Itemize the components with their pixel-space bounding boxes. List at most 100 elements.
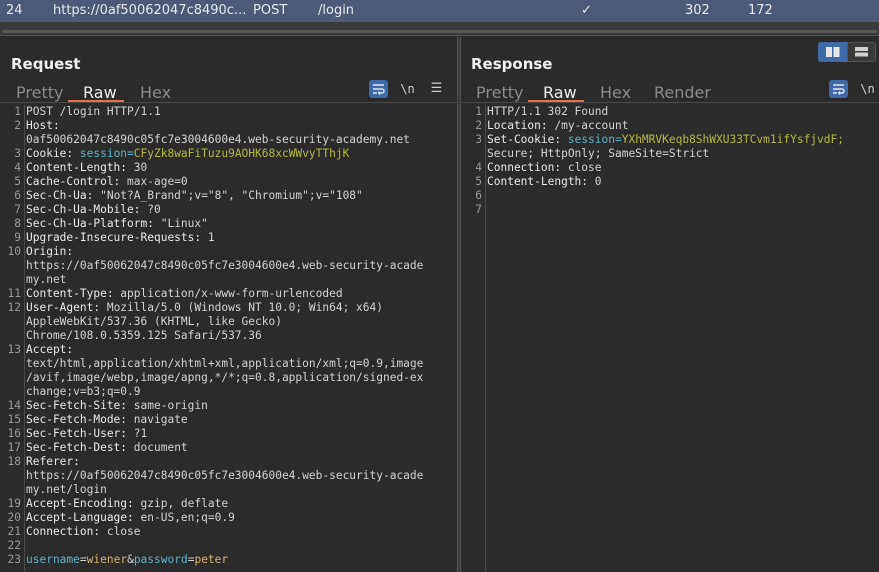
tab-response-hex[interactable]: Hex	[600, 83, 631, 102]
request-token: &	[127, 553, 134, 566]
response-newline-icon[interactable]: \n	[858, 80, 877, 98]
response-token: Connection:	[487, 161, 568, 174]
request-line-number	[0, 371, 21, 385]
request-line-numbers: 1 2 3 4 5 6 7 8 9 10 11 12 13 14 15 16 17 18 19 20 21 22 23	[0, 105, 21, 567]
request-code-line[interactable]: Connection: close	[26, 525, 454, 539]
request-token: User-Agent:	[26, 301, 107, 314]
response-code-line[interactable]: HTTP/1.1 302 Found	[487, 105, 877, 119]
request-token: Sec-Fetch-User:	[26, 427, 134, 440]
request-token: Content-Length:	[26, 161, 134, 174]
request-code-line[interactable]: 0af50062047c8490c05fc7e3004600e4.web-sec…	[26, 133, 454, 147]
request-code-line[interactable]: Sec-Ch-Ua-Mobile: ?0	[26, 203, 454, 217]
request-token: same-origin	[133, 399, 208, 412]
request-code-line[interactable]: my.net	[26, 273, 454, 287]
request-code-line[interactable]: Sec-Ch-Ua-Platform: "Linux"	[26, 217, 454, 231]
request-code-line[interactable]: Sec-Fetch-Site: same-origin	[26, 399, 454, 413]
history-status: 302	[685, 3, 710, 18]
response-code-line[interactable]	[487, 189, 877, 203]
response-line-numbers: 123 4567	[461, 105, 482, 217]
response-line-number	[461, 147, 482, 161]
request-token: Cookie:	[26, 147, 80, 160]
request-token: Upgrade-Insecure-Requests:	[26, 231, 208, 244]
request-code-line[interactable]: Sec-Fetch-Mode: navigate	[26, 413, 454, 427]
tab-response-pretty[interactable]: Pretty	[476, 83, 523, 102]
tab-request-hex[interactable]: Hex	[140, 83, 171, 102]
request-line-number: 3	[14, 147, 21, 160]
response-code-line[interactable]	[487, 203, 877, 217]
request-code-line[interactable]: Host:	[26, 119, 454, 133]
request-token: wiener	[86, 553, 128, 566]
request-code-line[interactable]: /avif,image/webp,image/apng,*/*;q=0.8,ap…	[26, 371, 454, 385]
request-code-line[interactable]: my.net/login	[26, 483, 454, 497]
request-code-line[interactable]: POST /login HTTP/1.1	[26, 105, 454, 119]
request-menu-icon[interactable]: ☰	[427, 80, 446, 98]
side-by-side-layout-icon[interactable]	[818, 42, 847, 62]
request-token: Origin:	[26, 245, 74, 258]
request-token: ?0	[147, 203, 161, 216]
tab-request-pretty[interactable]: Pretty	[16, 83, 63, 102]
request-newline-icon[interactable]: \n	[398, 80, 417, 98]
request-raw-text[interactable]: POST /login HTTP/1.1 Host: 0af50062047c849…	[24, 105, 454, 572]
request-title: Request	[11, 55, 81, 73]
request-code-line[interactable]: User-Agent: Mozilla/5.0 (Windows NT 10.0…	[26, 301, 454, 315]
request-token: Chrome/108.0.5359.125 Safari/537.36	[26, 329, 262, 342]
request-token: navigate	[133, 413, 188, 426]
request-code-line[interactable]: change;v=b3;q=0.9	[26, 385, 454, 399]
request-code-line[interactable]: Origin:	[26, 245, 454, 259]
response-raw-text[interactable]: HTTP/1.1 302 Found Location: /my-account S…	[485, 105, 877, 572]
request-token: POST /login HTTP/1.1	[26, 105, 161, 118]
request-code-line[interactable]: Cache-Control: max-age=0	[26, 175, 454, 189]
request-code-line[interactable]: https://0af50062047c8490c05fc7e3004600e4…	[26, 259, 454, 273]
response-code-line[interactable]: Connection: close	[487, 161, 877, 175]
request-line-number: 17	[7, 441, 21, 454]
response-code-line[interactable]: Content-Length: 0	[487, 175, 877, 189]
request-token: CFyZk8waFiTuzu9AOHK68xcWWvyTThjK	[133, 147, 350, 160]
request-code-line[interactable]: Content-Length: 30	[26, 161, 454, 175]
response-token: 0	[594, 175, 602, 188]
request-code-line[interactable]: username=wiener&password=peter	[26, 553, 454, 567]
request-token: /avif,image/webp,image/apng,*/*;q=0.8,ap…	[26, 371, 424, 384]
response-token: close	[567, 161, 602, 174]
request-token: 1	[207, 231, 215, 244]
stacked-layout-icon[interactable]	[847, 42, 876, 62]
request-token: Accept-Encoding:	[26, 497, 141, 510]
request-code-line[interactable]: Cookie: session=CFyZk8waFiTuzu9AOHK68xcW…	[26, 147, 454, 161]
request-wrap-lines-icon[interactable]	[369, 80, 388, 98]
response-code-line[interactable]: Secure; HttpOnly; SameSite=Strict	[487, 147, 877, 161]
request-code-line[interactable]: Content-Type: application/x-www-form-url…	[26, 287, 454, 301]
request-line-number: 16	[7, 427, 21, 440]
response-code-line[interactable]: Location: /my-account	[487, 119, 877, 133]
request-code-line[interactable]: Sec-Fetch-User: ?1	[26, 427, 454, 441]
request-code-line[interactable]: Accept:	[26, 343, 454, 357]
request-code-line[interactable]: Accept-Encoding: gzip, deflate	[26, 497, 454, 511]
request-code-line[interactable]: Accept-Language: en-US,en;q=0.9	[26, 511, 454, 525]
history-id: 24	[6, 3, 23, 18]
history-horizontal-scrollbar[interactable]	[2, 30, 877, 33]
response-line-number: 3	[475, 133, 482, 146]
request-line-number: 7	[14, 203, 21, 216]
request-code-line[interactable]: Sec-Fetch-Dest: document	[26, 441, 454, 455]
request-token: peter	[194, 553, 229, 566]
response-wrap-lines-icon[interactable]	[829, 80, 848, 98]
request-code-line[interactable]: AppleWebKit/537.36 (KHTML, like Gecko)	[26, 315, 454, 329]
request-code-line[interactable]: Upgrade-Insecure-Requests: 1	[26, 231, 454, 245]
request-code-line[interactable]: Referer:	[26, 455, 454, 469]
request-line-number	[0, 273, 21, 287]
request-code-line[interactable]: https://0af50062047c8490c05fc7e3004600e4…	[26, 469, 454, 483]
request-code-line[interactable]: Sec-Ch-Ua: "Not?A_Brand";v="8", "Chromiu…	[26, 189, 454, 203]
request-token: my.net/login	[26, 483, 107, 496]
request-line-number: 13	[7, 343, 21, 356]
response-code-line[interactable]: Set-Cookie: session=YXhMRVKeqb8ShWXU33TC…	[487, 133, 877, 147]
request-token: https://0af50062047c8490c05fc7e3004600e4…	[26, 259, 424, 272]
request-token: Sec-Ch-Ua-Mobile:	[26, 203, 148, 216]
tab-response-render[interactable]: Render	[654, 83, 711, 102]
request-line-number: 22	[7, 539, 21, 552]
request-token: "Not?A_Brand";v="8", "Chromium";v="108"	[100, 189, 363, 202]
request-code-line[interactable]: text/html,application/xhtml+xml,applicat…	[26, 357, 454, 371]
history-row-selected[interactable]: 24 https://0af50062047c8490c... POST /lo…	[0, 0, 879, 22]
request-pane: Request Pretty Raw Hex \n ☰ 1 2 3 4 5 6 7 8 9 10 1…	[0, 37, 457, 572]
response-line-number: 5	[475, 175, 482, 188]
request-token: 0af50062047c8490c05fc7e3004600e4.web-sec…	[26, 133, 410, 146]
request-code-line[interactable]: Chrome/108.0.5359.125 Safari/537.36	[26, 329, 454, 343]
request-code-line[interactable]	[26, 539, 454, 553]
